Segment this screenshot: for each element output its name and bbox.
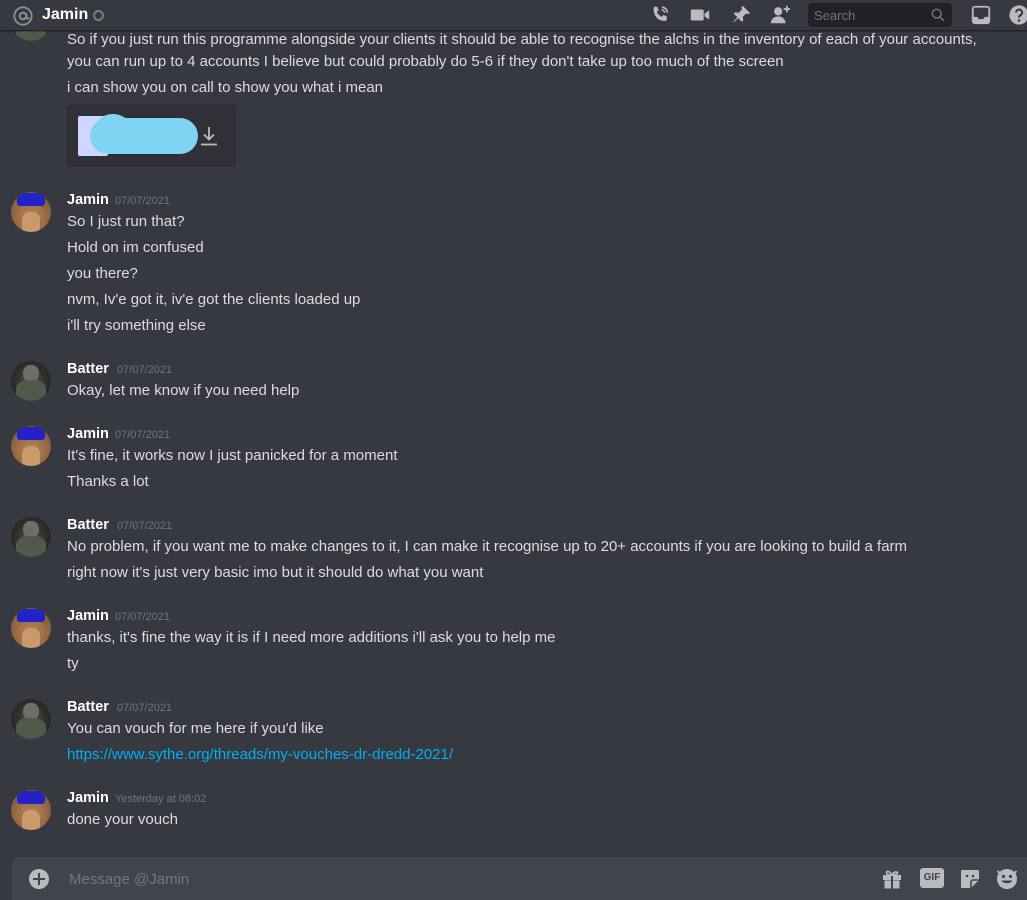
- help-icon[interactable]: [1007, 4, 1027, 26]
- message-timestamp: 07/07/2021: [117, 520, 173, 532]
- emoji-icon[interactable]: [995, 867, 1019, 891]
- message-timestamp: 07/07/2021: [117, 702, 173, 714]
- message-line: ty: [67, 655, 79, 672]
- avatar[interactable]: [11, 192, 51, 232]
- file-attachment[interactable]: [67, 105, 236, 166]
- call-icon[interactable]: [648, 4, 672, 26]
- message-line: Thanks a lot: [67, 473, 149, 490]
- video-icon[interactable]: [688, 4, 712, 26]
- message-line: So if you just run this programme alongs…: [67, 31, 977, 48]
- message-line: Hold on im confused: [67, 239, 204, 256]
- avatar[interactable]: [11, 517, 51, 557]
- avatar[interactable]: [11, 361, 51, 401]
- message-timestamp: Yesterday at 08:02: [115, 793, 207, 805]
- inbox-icon[interactable]: [969, 4, 993, 26]
- status-indicator: [93, 10, 104, 21]
- add-friend-icon[interactable]: [768, 4, 792, 26]
- message-line: i can show you on call to show you what …: [67, 79, 384, 96]
- channel-name: Jamin: [42, 6, 89, 23]
- message-author[interactable]: Batter: [67, 698, 109, 716]
- message-line: thanks, it's fine the way it is if I nee…: [67, 629, 556, 646]
- message-composer: GIF: [12, 857, 1027, 900]
- message-line: You can vouch for me here if you'd like: [67, 720, 324, 737]
- message-line: right now it's just very basic imo but i…: [67, 564, 484, 581]
- redaction-scribble: [96, 114, 130, 140]
- message-link[interactable]: https://www.sythe.org/threads/my-vouches…: [67, 745, 453, 765]
- sticker-icon[interactable]: [958, 867, 982, 891]
- gift-icon[interactable]: [880, 867, 904, 891]
- message-line: you there?: [67, 265, 138, 282]
- message-list[interactable]: So if you just run this programme alongs…: [0, 31, 1027, 855]
- message-line: i'll try something else: [67, 317, 206, 334]
- avatar[interactable]: [11, 31, 51, 41]
- message-line: No problem, if you want me to make chang…: [67, 538, 908, 555]
- avatar[interactable]: [11, 790, 51, 830]
- message-author[interactable]: Jamin: [67, 425, 109, 443]
- message-timestamp: 07/07/2021: [115, 611, 171, 623]
- avatar[interactable]: [11, 426, 51, 466]
- download-icon[interactable]: [199, 125, 219, 147]
- add-attachment-icon[interactable]: [29, 869, 49, 889]
- message-line: Okay, let me know if you need help: [67, 382, 300, 399]
- message-line: So I just run that?: [67, 213, 185, 230]
- message-author[interactable]: Jamin: [67, 789, 109, 807]
- message-input[interactable]: [67, 865, 867, 893]
- search-box[interactable]: [808, 3, 952, 27]
- message-timestamp: 07/07/2021: [117, 364, 173, 376]
- gif-icon[interactable]: GIF: [920, 868, 944, 888]
- pin-icon[interactable]: [729, 4, 753, 26]
- message-line: you can run up to 4 accounts I believe b…: [67, 53, 784, 70]
- message-line: It's fine, it works now I just panicked …: [67, 447, 398, 464]
- message-author[interactable]: Batter: [67, 516, 109, 534]
- channel-header: Jamin: [0, 0, 1027, 31]
- search-icon: [931, 8, 945, 22]
- message-timestamp: 07/07/2021: [115, 429, 171, 441]
- avatar[interactable]: [11, 608, 51, 648]
- message-line: done your vouch: [67, 811, 178, 828]
- search-input[interactable]: [808, 3, 928, 27]
- at-icon: [13, 6, 33, 26]
- avatar[interactable]: [11, 699, 51, 739]
- message-author[interactable]: Batter: [67, 360, 109, 378]
- message-author[interactable]: Jamin: [67, 191, 109, 209]
- message-line: nvm, Iv'e got it, iv'e got the clients l…: [67, 291, 361, 308]
- message-author[interactable]: Jamin: [67, 607, 109, 625]
- message-timestamp: 07/07/2021: [115, 195, 171, 207]
